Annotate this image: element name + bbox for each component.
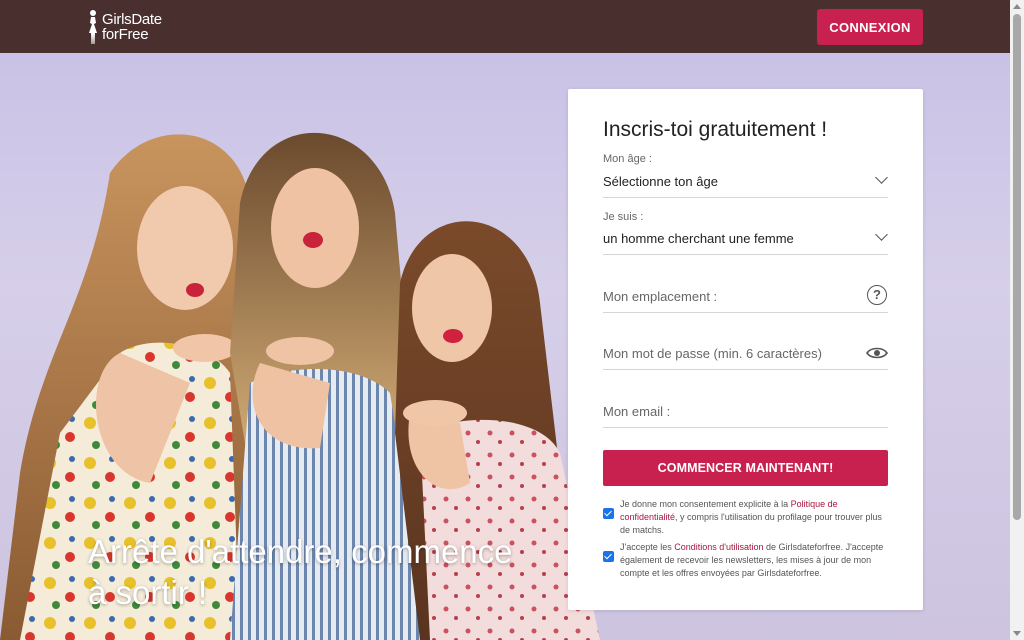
logo-line-1: GirlsDate	[102, 11, 162, 28]
privacy-consent: Je donne mon consentement explicite à la…	[603, 498, 888, 537]
terms-consent: J'accepte les Conditions d'utilisation d…	[603, 541, 888, 580]
privacy-consent-text-before: Je donne mon consentement explicite à la	[620, 499, 791, 509]
age-label: Mon âge :	[603, 153, 652, 165]
hero-tagline-line-1: Arrête d'attendre, commence	[88, 533, 513, 570]
hero-tagline-line-2: à sortir !	[88, 574, 208, 611]
age-select[interactable]: Mon âge : Sélectionne ton âge	[603, 151, 888, 198]
location-placeholder: Mon emplacement :	[603, 289, 718, 304]
email-placeholder: Mon email :	[603, 404, 671, 419]
seeking-select[interactable]: Je suis : un homme cherchant une femme	[603, 208, 888, 255]
privacy-consent-checkbox[interactable]	[603, 508, 614, 519]
page-scrollbar[interactable]	[1010, 0, 1024, 640]
top-navigation-bar: GirlsDate forFree CONNEXION	[0, 0, 1010, 53]
password-placeholder: Mon mot de passe (min. 6 caractères)	[603, 346, 822, 361]
email-input[interactable]: Mon email :	[603, 389, 888, 428]
login-button[interactable]: CONNEXION	[817, 9, 923, 45]
privacy-consent-text: Je donne mon consentement explicite à la…	[620, 498, 888, 537]
logo-line-2: forFree	[102, 26, 149, 43]
signup-form-title: Inscris-toi gratuitement !	[603, 118, 828, 141]
scrollbar-thumb[interactable]	[1013, 14, 1021, 520]
chevron-down-icon	[875, 171, 888, 184]
scroll-down-arrow-icon[interactable]	[1013, 631, 1021, 636]
woman-silhouette-icon	[89, 10, 97, 44]
terms-consent-text: J'accepte les Conditions d'utilisation d…	[620, 541, 888, 580]
signup-form-card: Inscris-toi gratuitement ! Mon âge : Sél…	[568, 89, 923, 610]
seeking-label: Je suis :	[603, 211, 644, 223]
question-circle-icon[interactable]: ?	[867, 285, 887, 305]
hero-tagline: Arrête d'attendre, commence à sortir !	[88, 531, 548, 613]
age-value: Sélectionne ton âge	[603, 174, 718, 189]
password-input[interactable]: Mon mot de passe (min. 6 caractères)	[603, 332, 888, 370]
chevron-down-icon	[875, 228, 888, 241]
start-now-button[interactable]: COMMENCER MAINTENANT!	[603, 450, 888, 486]
terms-of-use-link[interactable]: Conditions d'utilisation	[674, 542, 763, 552]
logo-text: GirlsDate forFree	[102, 9, 162, 42]
scroll-up-arrow-icon[interactable]	[1013, 4, 1021, 9]
site-logo[interactable]: GirlsDate forFree	[87, 9, 177, 45]
terms-consent-checkbox[interactable]	[603, 551, 614, 562]
eye-icon[interactable]	[866, 346, 888, 360]
seeking-value: un homme cherchant une femme	[603, 231, 794, 246]
location-input[interactable]: Mon emplacement : ?	[603, 275, 888, 313]
terms-consent-text-before: J'accepte les	[620, 542, 675, 552]
